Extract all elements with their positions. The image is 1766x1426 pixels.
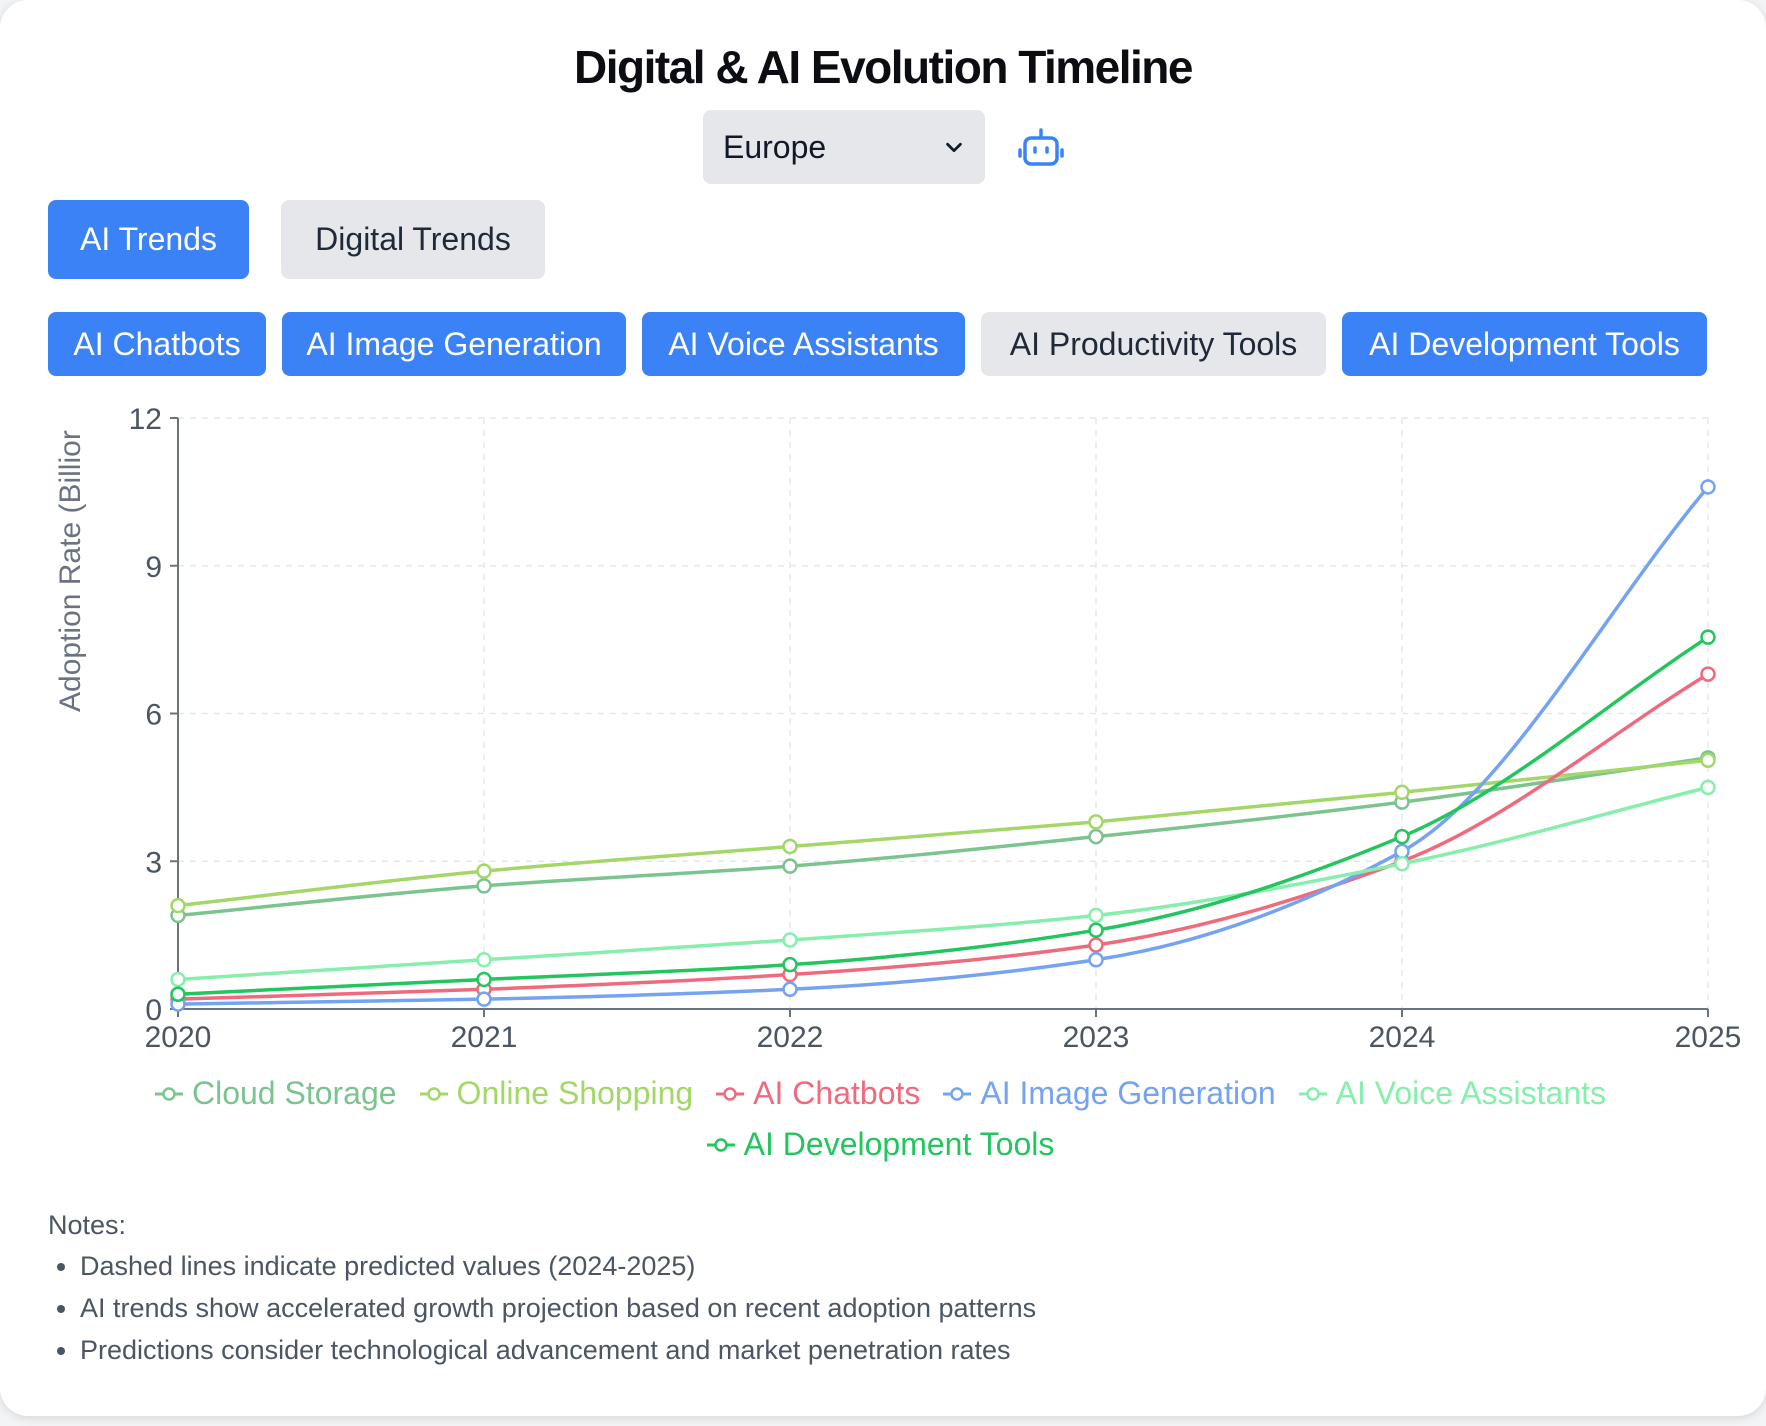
region-select-value: Europe [723, 128, 827, 165]
legend-marker-icon [419, 1086, 448, 1101]
y-tick-label: 6 [145, 699, 162, 732]
legend-marker-icon [716, 1086, 745, 1101]
data-point [1088, 952, 1104, 968]
data-point [782, 981, 798, 998]
x-tick-label: 2022 [757, 1021, 824, 1054]
data-point [170, 971, 186, 988]
x-tick-label: 2025 [1675, 1021, 1742, 1054]
legend-item[interactable]: AI Chatbots [715, 1075, 920, 1112]
data-point [782, 858, 798, 874]
data-point [476, 863, 492, 879]
notes-list: Dashed lines indicate predicted values (… [48, 1251, 1036, 1366]
filter-ai-development-tools[interactable]: AI Development Tools [1342, 312, 1707, 376]
legend-label: AI Development Tools [743, 1126, 1055, 1162]
series-cloud-storage [170, 750, 1716, 924]
line-chart: 0369122020 2021 2022 2023 2024 2025Adoption R… [54, 403, 1742, 1054]
region-select[interactable]: Europe [703, 110, 985, 184]
data-point [1394, 828, 1410, 845]
note-item: Predictions consider technological advan… [80, 1335, 1036, 1366]
data-point [476, 952, 492, 968]
data-point [782, 838, 798, 855]
tab-ai-trends[interactable]: AI Trends [48, 200, 249, 279]
chevron-down-icon [946, 142, 962, 153]
y-axis-label: Adoption Rate (Billior [54, 430, 87, 712]
series-ai-voice-assistants [170, 779, 1716, 988]
series-ai-development-tools [170, 629, 1716, 1002]
data-point [1700, 752, 1716, 769]
data-point [1700, 779, 1716, 796]
x-tick-label: 2021 [451, 1021, 518, 1054]
data-point [1088, 922, 1104, 938]
data-point [476, 878, 492, 894]
filter-ai-productivity-tools[interactable]: AI Productivity Tools [981, 312, 1326, 376]
series-ai-image-generation [170, 479, 1716, 1012]
chart-card: Digital & AI Evolution Timeline Europe A… [0, 0, 1766, 1416]
legend-label: AI Image Generation [980, 1075, 1276, 1111]
data-point [1394, 843, 1410, 860]
legend-label: AI Chatbots [753, 1075, 921, 1111]
note-item: Dashed lines indicate predicted values (… [80, 1251, 1036, 1282]
series-line [177, 485, 1710, 1006]
legend-marker-icon [706, 1137, 735, 1152]
legend-label: AI Voice Assistants [1335, 1075, 1607, 1111]
series-online-shopping [170, 752, 1716, 914]
legend-label: Cloud Storage [191, 1075, 397, 1111]
legend-marker-icon [1298, 1086, 1327, 1101]
tab-digital-trends[interactable]: Digital Trends [281, 200, 545, 279]
y-tick-label: 9 [145, 551, 162, 584]
legend-label: Online Shopping [456, 1075, 694, 1111]
chart-legend: Cloud Storage Online Shopping AI Chatbots A… [120, 1075, 1640, 1163]
legend-marker-icon [943, 1086, 972, 1101]
data-point [170, 986, 186, 1002]
data-point [1088, 828, 1104, 845]
legend-item[interactable]: AI Image Generation [942, 1075, 1276, 1112]
series-line [177, 635, 1709, 996]
x-tick-label: 2024 [1369, 1021, 1436, 1054]
x-tick-label: 2023 [1063, 1021, 1130, 1054]
y-tick-label: 12 [129, 403, 162, 436]
legend-item[interactable]: Cloud Storage [154, 1075, 397, 1112]
legend-marker-icon [154, 1086, 183, 1101]
data-point [1088, 907, 1104, 924]
data-point [1088, 814, 1104, 830]
series-line [177, 758, 1709, 908]
legend-item[interactable]: AI Development Tools [706, 1126, 1055, 1163]
x-tick-label: 2020 [145, 1021, 212, 1054]
notes-section: Notes: Dashed lines indicate predicted v… [48, 1210, 1036, 1377]
legend-item[interactable]: Online Shopping [419, 1075, 694, 1112]
filter-ai-image-generation[interactable]: AI Image Generation [282, 312, 626, 376]
data-point [170, 897, 186, 914]
notes-heading: Notes: [48, 1210, 127, 1240]
legend-item[interactable]: AI Voice Assistants [1298, 1075, 1606, 1112]
data-point [476, 991, 492, 1007]
data-point [782, 932, 798, 948]
series-line [177, 756, 1709, 918]
data-point [782, 956, 798, 973]
note-item: AI trends show accelerated growth projec… [80, 1293, 1036, 1324]
data-point [1394, 855, 1410, 872]
series-ai-chatbots [170, 666, 1716, 1007]
data-point [1088, 937, 1104, 953]
data-point [1700, 479, 1716, 495]
data-point [1394, 784, 1410, 801]
data-point [1700, 666, 1716, 682]
filter-ai-chatbots[interactable]: AI Chatbots [48, 312, 266, 376]
data-point [1700, 629, 1716, 645]
filter-ai-voice-assistants[interactable]: AI Voice Assistants [642, 312, 965, 376]
robot-icon[interactable] [1018, 126, 1064, 172]
y-tick-label: 3 [145, 846, 162, 879]
page-title: Digital & AI Evolution Timeline [573, 41, 1194, 93]
data-point [476, 971, 492, 988]
